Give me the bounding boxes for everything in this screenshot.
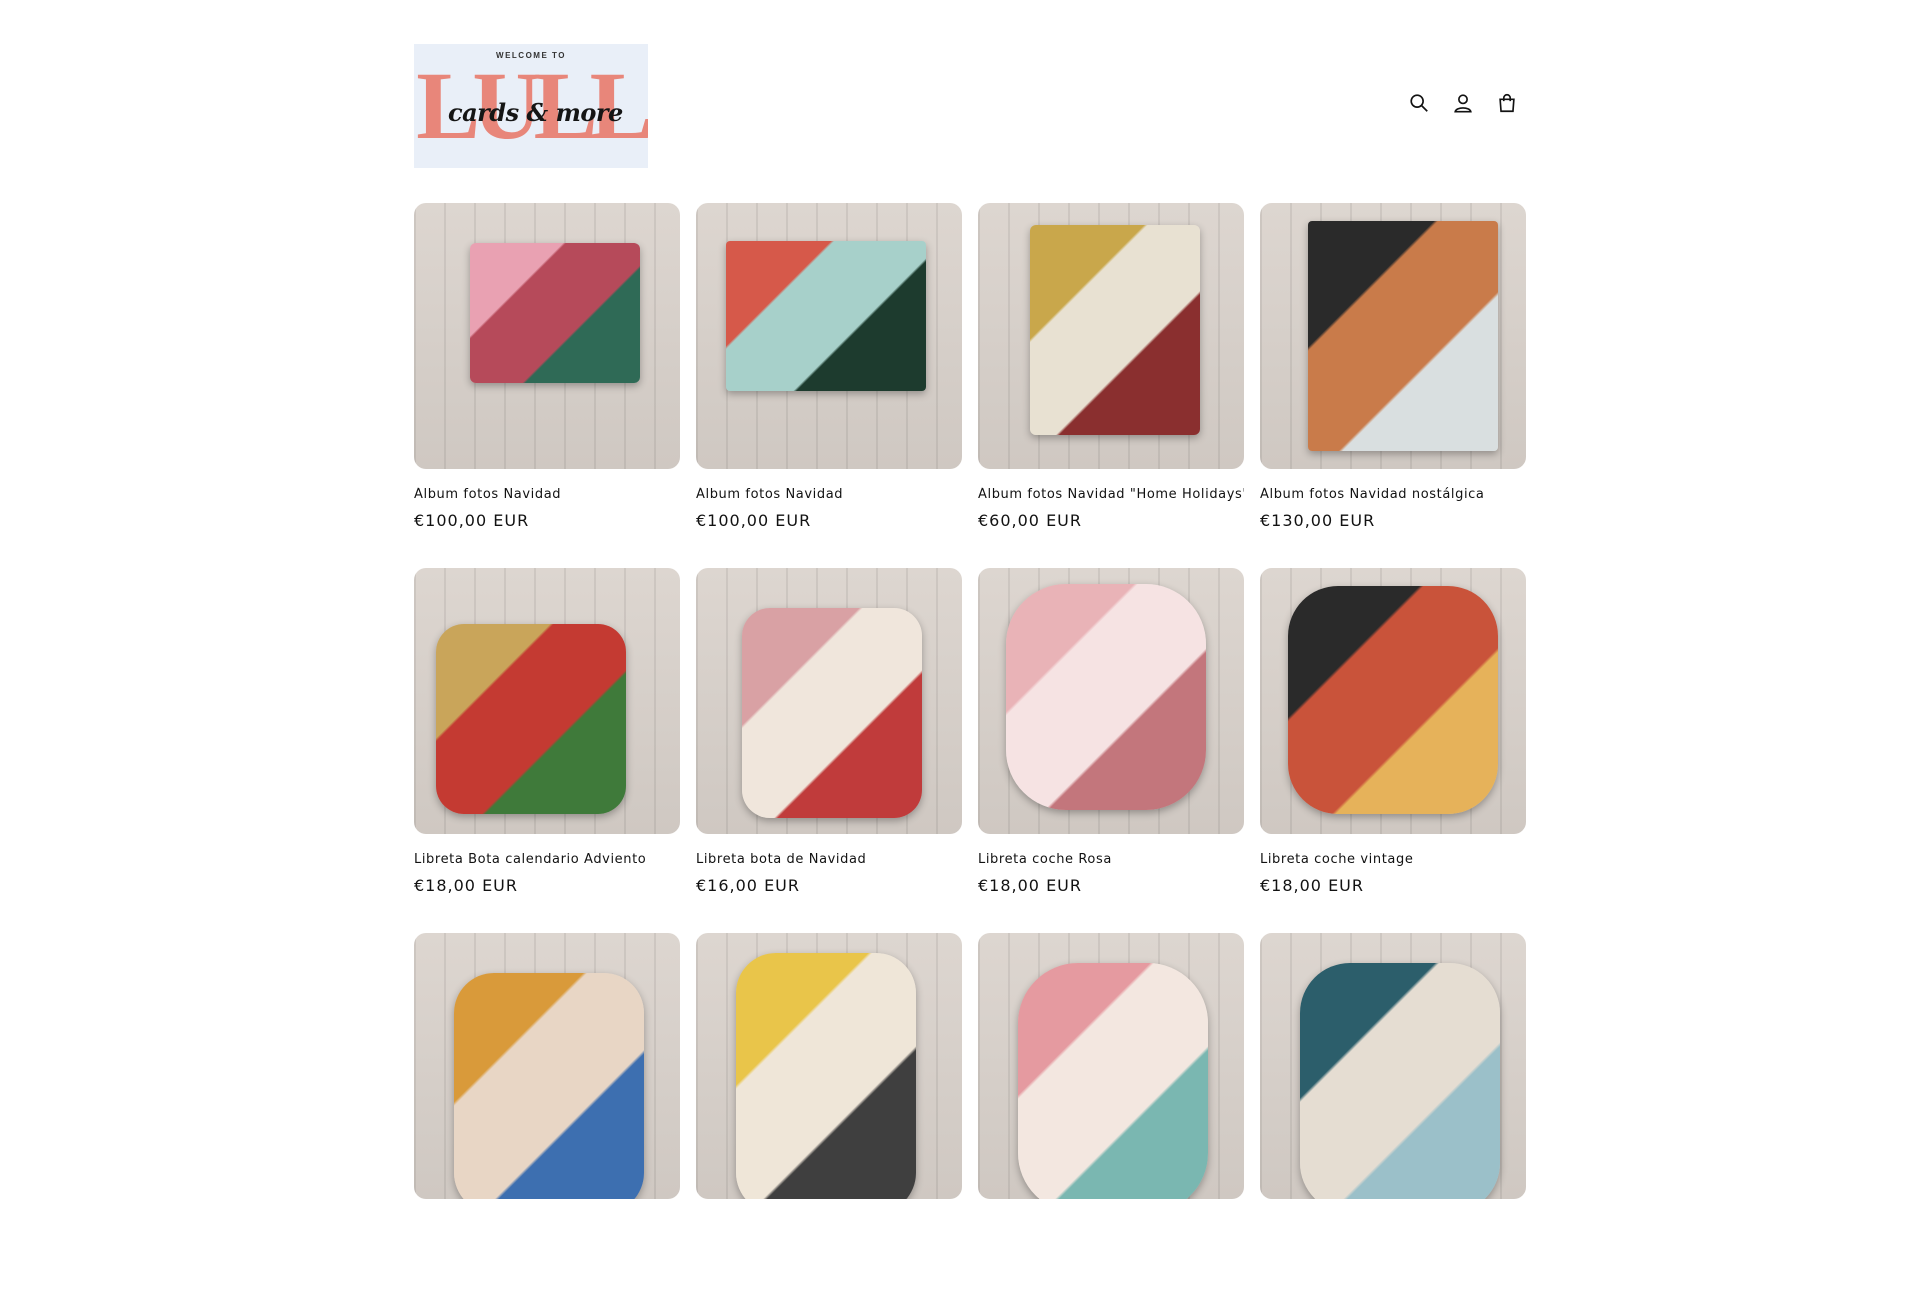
product-image[interactable] xyxy=(1260,203,1526,469)
product-image[interactable] xyxy=(414,203,680,469)
store-logo[interactable]: WELCOME TO LULL cards & more xyxy=(414,44,648,168)
product-photo xyxy=(1300,963,1500,1199)
product-photo xyxy=(1288,586,1498,814)
product-photo xyxy=(1030,225,1200,435)
product-image[interactable] xyxy=(978,568,1244,834)
header-icons xyxy=(1406,90,1520,116)
product-title[interactable]: Libreta coche vintage xyxy=(1260,852,1526,867)
product-photo xyxy=(726,241,926,391)
product-price: €60,00 EUR xyxy=(978,511,1083,530)
product-price: €18,00 EUR xyxy=(978,876,1083,895)
logo-script-text: cards & more xyxy=(448,98,623,127)
product-card[interactable]: Álbum fotos Navidad €100,00 EUR xyxy=(414,203,680,568)
product-photo xyxy=(1006,584,1206,810)
product-photo xyxy=(436,624,626,814)
product-title[interactable]: Libreta Bota calendario Adviento xyxy=(414,852,680,867)
product-title[interactable]: Álbum fotos Navidad "Home Holidays" xyxy=(978,487,1244,502)
product-card[interactable]: Álbum fotos Navidad "Home Holidays" €60,… xyxy=(978,203,1244,568)
product-price: €18,00 EUR xyxy=(1260,876,1365,895)
product-price: €16,00 EUR xyxy=(696,876,801,895)
search-icon[interactable] xyxy=(1406,90,1432,116)
product-card[interactable]: Libreta bota de Navidad €16,00 EUR xyxy=(696,568,962,933)
product-card[interactable]: Libreta coche vintage €18,00 EUR xyxy=(1260,568,1526,933)
product-title[interactable]: Álbum fotos Navidad xyxy=(696,487,962,502)
product-photo xyxy=(454,973,644,1199)
product-image[interactable] xyxy=(696,203,962,469)
product-image[interactable] xyxy=(414,568,680,834)
product-price: €100,00 EUR xyxy=(696,511,812,530)
product-photo xyxy=(742,608,922,818)
product-photo xyxy=(736,953,916,1199)
product-title[interactable]: Álbum fotos Navidad nostálgica xyxy=(1260,487,1526,502)
product-card[interactable] xyxy=(1260,933,1526,1298)
product-card[interactable]: Álbum fotos Navidad €100,00 EUR xyxy=(696,203,962,568)
product-card[interactable]: Libreta coche Rosa €18,00 EUR xyxy=(978,568,1244,933)
product-price: €130,00 EUR xyxy=(1260,511,1376,530)
product-title[interactable]: Libreta bota de Navidad xyxy=(696,852,962,867)
product-card[interactable] xyxy=(978,933,1244,1298)
product-image[interactable] xyxy=(696,933,962,1199)
product-photo xyxy=(470,243,640,383)
product-card[interactable] xyxy=(414,933,680,1298)
product-price: €100,00 EUR xyxy=(414,511,530,530)
product-card[interactable] xyxy=(696,933,962,1298)
site-header: WELCOME TO LULL cards & more xyxy=(414,44,1526,168)
product-title[interactable]: Libreta coche Rosa xyxy=(978,852,1244,867)
product-image[interactable] xyxy=(978,203,1244,469)
product-photo xyxy=(1018,963,1208,1199)
account-icon[interactable] xyxy=(1450,90,1476,116)
product-price: €18,00 EUR xyxy=(414,876,519,895)
product-image[interactable] xyxy=(696,568,962,834)
product-photo xyxy=(1308,221,1498,451)
product-image[interactable] xyxy=(1260,933,1526,1199)
cart-icon[interactable] xyxy=(1494,90,1520,116)
product-card[interactable]: Álbum fotos Navidad nostálgica €130,00 E… xyxy=(1260,203,1526,568)
product-card[interactable]: Libreta Bota calendario Adviento €18,00 … xyxy=(414,568,680,933)
product-image[interactable] xyxy=(1260,568,1526,834)
product-image[interactable] xyxy=(414,933,680,1199)
product-grid: Álbum fotos Navidad €100,00 EUR Álbum fo… xyxy=(414,203,1528,1298)
product-image[interactable] xyxy=(978,933,1244,1199)
product-title[interactable]: Álbum fotos Navidad xyxy=(414,487,680,502)
